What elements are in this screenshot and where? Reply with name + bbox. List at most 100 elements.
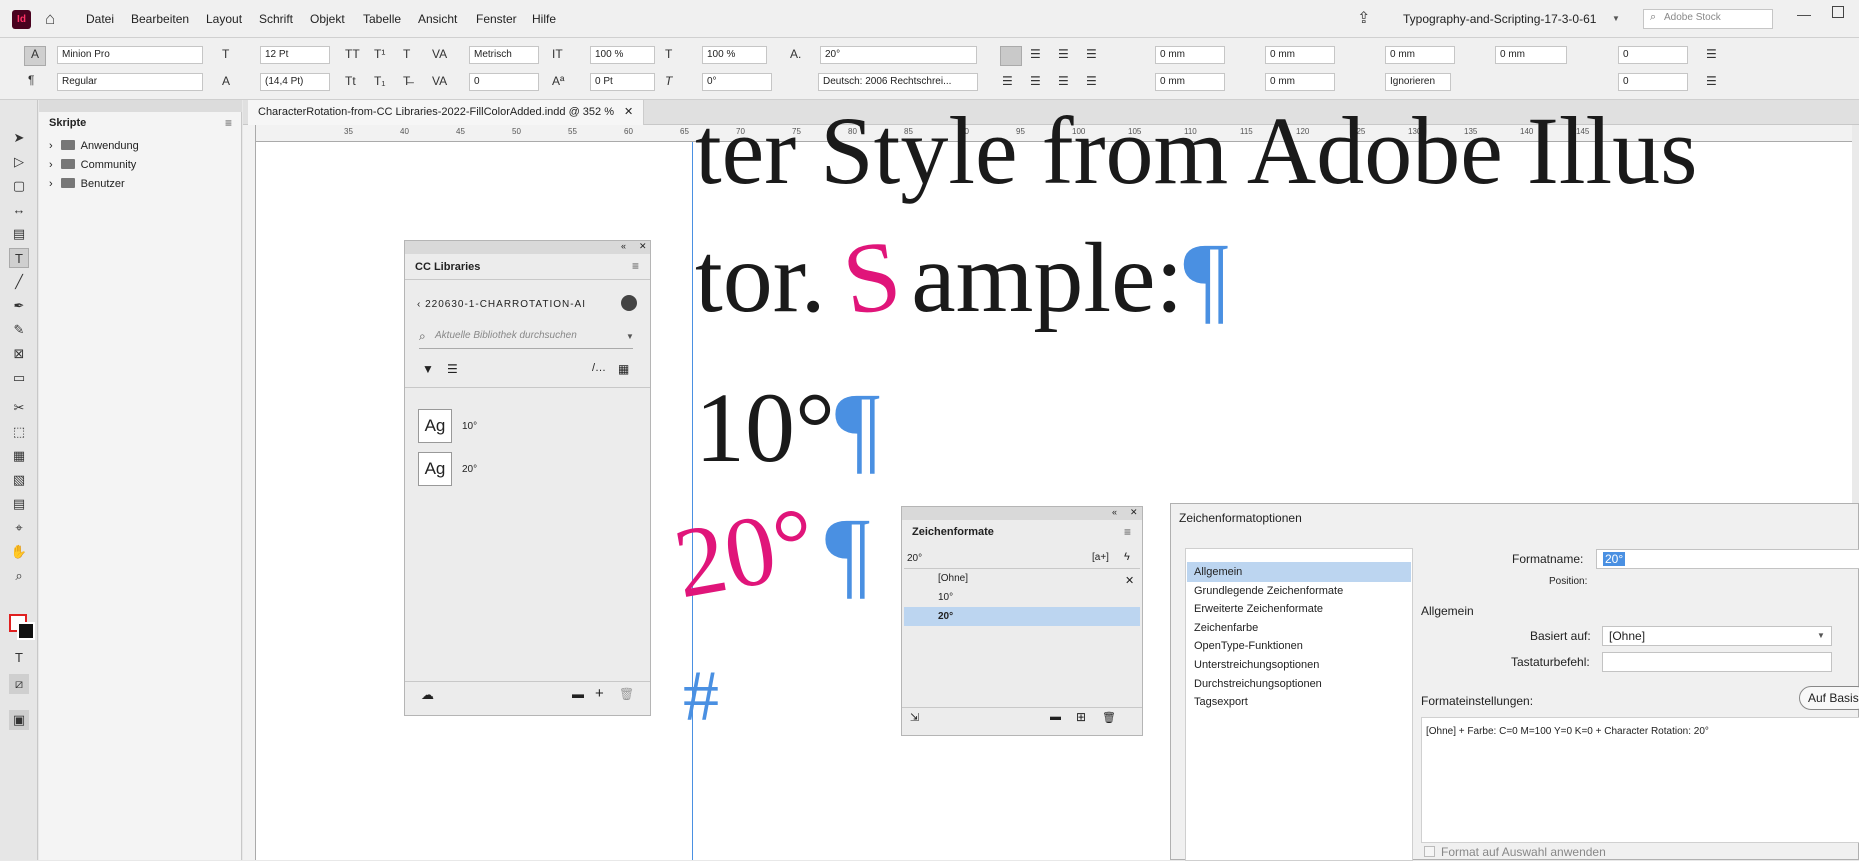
- reset-to-base-button[interactable]: Auf Basis: [1799, 686, 1859, 710]
- apply-to-selection-checkbox[interactable]: [1424, 846, 1435, 857]
- align-right-icon[interactable]: ☰: [1058, 47, 1069, 61]
- font-size-field[interactable]: 12 Pt: [260, 46, 330, 64]
- menu-ansicht[interactable]: Ansicht: [418, 12, 457, 26]
- horizontal-scale-field[interactable]: 100 %: [702, 46, 767, 64]
- align-center-icon[interactable]: ☰: [1030, 47, 1041, 61]
- right-indent-field[interactable]: 0 mm: [1265, 46, 1335, 64]
- type-tool-icon[interactable]: T: [9, 248, 29, 268]
- panel-menu-icon[interactable]: ≡: [1124, 525, 1131, 539]
- cloud-icon[interactable]: ☁: [421, 687, 434, 703]
- style-name-input[interactable]: 20°: [1596, 549, 1859, 569]
- character-style-name[interactable]: 10°: [462, 421, 477, 432]
- gradient-feather-tool-icon[interactable]: ▧: [9, 470, 29, 490]
- kerning-field[interactable]: Metrisch: [469, 46, 539, 64]
- character-formatting-icon[interactable]: A: [24, 46, 46, 66]
- leading-field[interactable]: (14,4 Pt): [260, 73, 330, 91]
- menu-fenster[interactable]: Fenster: [476, 12, 517, 26]
- menu-objekt[interactable]: Objekt: [310, 12, 345, 26]
- pencil-tool-icon[interactable]: ✎: [9, 320, 29, 340]
- category-item[interactable]: Durchstreichungsoptionen: [1187, 674, 1411, 694]
- page-tool-icon[interactable]: ▢: [9, 176, 29, 196]
- tracking-field[interactable]: 0: [469, 73, 539, 91]
- space-before-field[interactable]: 0 mm: [1385, 46, 1455, 64]
- chevron-down-icon[interactable]: ▼: [626, 332, 634, 341]
- text-line-2[interactable]: tor. Sample:¶: [695, 219, 1229, 337]
- script-folder-community[interactable]: › Community: [49, 159, 136, 171]
- skew-field[interactable]: 0°: [702, 73, 772, 91]
- adobe-stock-search[interactable]: Adobe Stock: [1643, 9, 1773, 29]
- new-style-group-icon[interactable]: [a+]: [1092, 552, 1109, 563]
- content-collector-icon[interactable]: ▤: [9, 224, 29, 244]
- menu-layout[interactable]: Layout: [206, 12, 242, 26]
- tab-skripte[interactable]: Skripte: [43, 112, 129, 134]
- rectangle-frame-tool-icon[interactable]: ⊠: [9, 344, 29, 364]
- stroke-swatch-icon[interactable]: [17, 622, 35, 640]
- pen-tool-icon[interactable]: ✒: [9, 296, 29, 316]
- justify-all-icon[interactable]: ☰: [1086, 74, 1097, 88]
- vertical-ruler[interactable]: [243, 125, 256, 860]
- chevron-down-icon[interactable]: ▼: [1612, 14, 1620, 23]
- document-tab[interactable]: CharacterRotation-from-CC Libraries-2022…: [248, 100, 645, 125]
- style-list-item[interactable]: 20°: [904, 607, 1140, 626]
- dropcap-lines-field[interactable]: 0: [1618, 46, 1688, 64]
- character-style-thumb[interactable]: Ag: [418, 452, 452, 486]
- screen-mode-icon[interactable]: ▣: [9, 710, 29, 730]
- style-list-item[interactable]: [Ohne]: [904, 569, 1140, 588]
- library-search-input[interactable]: Aktuelle Bibliothek durchsuchen: [435, 330, 577, 341]
- sort-icon[interactable]: ☰: [447, 362, 458, 376]
- last-line-indent-field[interactable]: 0 mm: [1265, 73, 1335, 91]
- user-icon[interactable]: [621, 295, 637, 311]
- category-item[interactable]: Zeichenfarbe: [1187, 618, 1411, 638]
- subscript-icon[interactable]: T₁: [374, 74, 385, 88]
- chevron-down-icon[interactable]: ▼: [1817, 631, 1825, 640]
- text-line-4[interactable]: 20°¶: [666, 486, 870, 620]
- paragraph-formatting-icon[interactable]: ¶: [28, 73, 34, 87]
- share-icon[interactable]: ⇪: [1357, 8, 1370, 28]
- maximize-icon[interactable]: [1832, 6, 1844, 18]
- all-caps-icon[interactable]: TT: [345, 47, 360, 61]
- character-rotation-field[interactable]: 20°: [820, 46, 977, 64]
- free-transform-tool-icon[interactable]: ⬚: [9, 422, 29, 442]
- gap-tool-icon[interactable]: ↔: [9, 200, 29, 220]
- vertical-scale-field[interactable]: 100 %: [590, 46, 655, 64]
- space-after-field[interactable]: 0 mm: [1495, 46, 1567, 64]
- tab-zeichenformate[interactable]: Zeichenformate: [904, 520, 1002, 545]
- script-folder-benutzer[interactable]: › Benutzer: [49, 178, 125, 190]
- direct-selection-tool-icon[interactable]: ▷: [9, 152, 29, 172]
- trash-icon[interactable]: 🗑: [1102, 711, 1116, 724]
- close-icon[interactable]: ✕: [1130, 507, 1138, 518]
- list-view-icon[interactable]: /…: [592, 362, 606, 374]
- category-item[interactable]: Erweiterte Zeichenformate: [1187, 599, 1411, 619]
- strikethrough-icon[interactable]: T̶: [403, 74, 410, 88]
- category-item[interactable]: Allgemein: [1187, 562, 1411, 582]
- language-field[interactable]: Deutsch: 2006 Rechtschrei...: [818, 73, 978, 91]
- menu-datei[interactable]: Datei: [86, 12, 114, 26]
- based-on-select[interactable]: [Ohne]: [1602, 626, 1832, 646]
- panel-menu-icon[interactable]: ≡: [632, 259, 639, 273]
- eyedropper-tool-icon[interactable]: ⌖: [9, 518, 29, 538]
- collapse-icon[interactable]: «: [621, 241, 626, 251]
- category-item[interactable]: OpenType-Funktionen: [1187, 636, 1411, 656]
- add-element-icon[interactable]: +: [595, 685, 604, 702]
- lightning-icon[interactable]: ϟ: [1124, 551, 1130, 563]
- folder-icon[interactable]: ▬: [1050, 711, 1061, 723]
- style-list-item[interactable]: 10°: [904, 588, 1140, 607]
- character-style-name[interactable]: 20°: [462, 464, 477, 475]
- superscript-icon[interactable]: T¹: [374, 47, 385, 61]
- collapse-icon[interactable]: «: [1112, 507, 1117, 517]
- zoom-tool-icon[interactable]: ⌕: [9, 566, 29, 586]
- align-towards-spine-icon[interactable]: ☰: [1086, 47, 1097, 61]
- category-item[interactable]: Tagsexport: [1187, 692, 1411, 712]
- first-line-indent-field[interactable]: 0 mm: [1155, 73, 1225, 91]
- text-line-1[interactable]: ter Style from Adobe Illus: [695, 95, 1845, 206]
- category-item[interactable]: Grundlegende Zeichenformate: [1187, 581, 1411, 601]
- note-tool-icon[interactable]: ▤: [9, 494, 29, 514]
- rectangle-tool-icon[interactable]: ▭: [9, 368, 29, 388]
- selection-tool-icon[interactable]: ➤: [9, 128, 29, 148]
- small-caps-icon[interactable]: Tt: [345, 74, 356, 88]
- shortcut-input[interactable]: [1602, 652, 1832, 672]
- grid-view-icon[interactable]: ▦: [618, 362, 629, 376]
- bullet-list-icon[interactable]: ☰: [1706, 47, 1717, 61]
- tab-cc-libraries[interactable]: CC Libraries: [407, 255, 489, 279]
- font-style-field[interactable]: Regular: [57, 73, 203, 91]
